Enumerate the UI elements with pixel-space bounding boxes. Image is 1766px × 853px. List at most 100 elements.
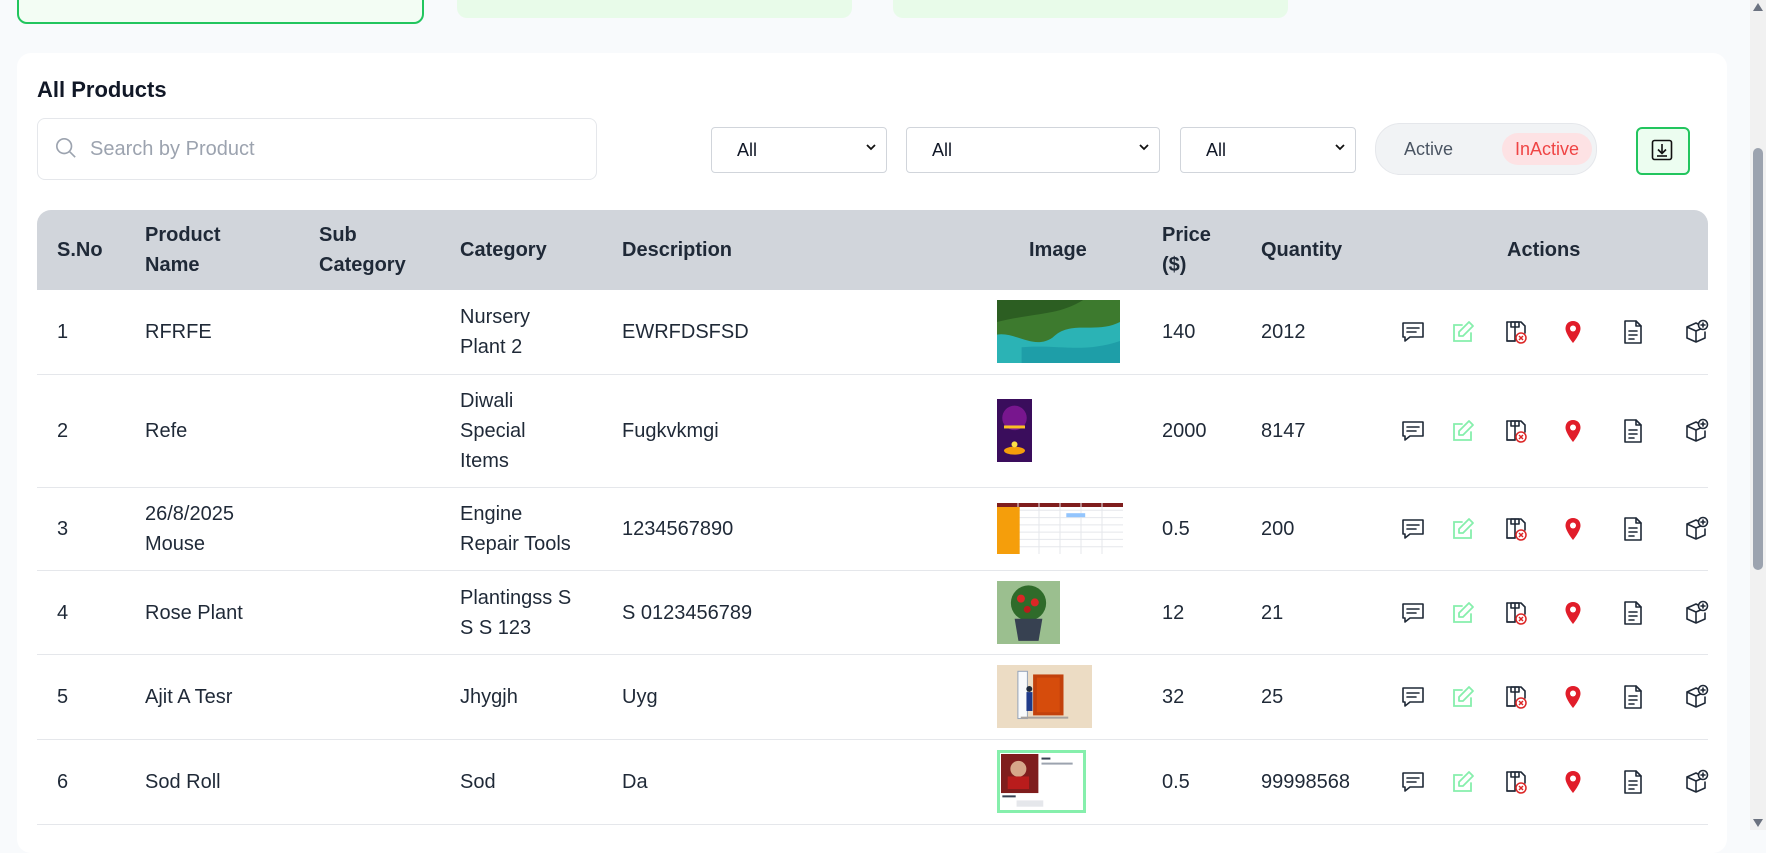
cell-description-line: Uyg: [622, 686, 658, 708]
save-delete-icon[interactable]: [1503, 769, 1529, 795]
cell-quantity: 2012: [1261, 317, 1306, 347]
cell-product-name: Rose Plant: [145, 598, 243, 628]
diwali-poster[interactable]: [997, 399, 1032, 462]
stat-card-1[interactable]: [17, 0, 424, 24]
page-title: All Products: [37, 77, 167, 102]
document-icon[interactable]: [1620, 418, 1646, 444]
cell-category-line: Special: [460, 420, 526, 442]
comment-icon[interactable]: [1400, 516, 1426, 542]
cell-category-line: Sod: [460, 771, 496, 793]
filter-select-2[interactable]: All: [906, 127, 1160, 173]
rose-plant-photo[interactable]: [997, 581, 1060, 644]
edit-icon[interactable]: [1450, 684, 1476, 710]
filter-select-2-value: All: [932, 140, 953, 160]
edit-icon[interactable]: [1450, 516, 1476, 542]
edit-icon[interactable]: [1450, 418, 1476, 444]
spreadsheet-screenshot[interactable]: [997, 503, 1123, 554]
location-pin-icon[interactable]: [1560, 684, 1586, 710]
header-image: Image: [1029, 239, 1087, 261]
box-add-icon[interactable]: [1684, 769, 1710, 795]
comment-icon[interactable]: [1400, 418, 1426, 444]
filter-select-1[interactable]: All: [711, 127, 887, 173]
cell-product-name-line: Refe: [145, 420, 188, 442]
table-row[interactable]: 4 Rose Plant Plantingss S S S 123 S 01234567…: [37, 571, 1710, 655]
table-row[interactable]: 3 26/8/2025 Mouse Engine Repair Tools 1234567…: [37, 488, 1710, 571]
box-add-icon[interactable]: [1684, 418, 1710, 444]
cell-sno: 4: [57, 598, 68, 628]
save-delete-icon[interactable]: [1503, 600, 1529, 626]
document-icon[interactable]: [1620, 600, 1646, 626]
document-icon[interactable]: [1620, 769, 1646, 795]
document-icon[interactable]: [1620, 516, 1646, 542]
cell-sno: 5: [57, 682, 68, 712]
stat-card-3[interactable]: [893, 0, 1288, 18]
save-delete-icon[interactable]: [1503, 516, 1529, 542]
search-box[interactable]: [37, 118, 597, 180]
download-button[interactable]: [1636, 127, 1690, 175]
cell-description: 1234567890: [622, 514, 733, 544]
table-row[interactable]: 1 RFRFE Nursery Plant 2 EWRFDSFSD 140 2012: [37, 290, 1710, 375]
table-header: S.No Product Name Sub Category Category …: [37, 210, 1708, 290]
save-delete-icon[interactable]: [1503, 319, 1529, 345]
cell-category-line: Jhygjh: [460, 686, 518, 708]
stat-card-2[interactable]: [457, 0, 852, 18]
comment-icon[interactable]: [1400, 600, 1426, 626]
coastline-photo[interactable]: [997, 300, 1120, 363]
cell-sno: 1: [57, 317, 68, 347]
active-toggle-button[interactable]: Active: [1394, 133, 1463, 165]
scroll-thumb[interactable]: [1753, 148, 1763, 570]
comment-icon[interactable]: [1400, 319, 1426, 345]
cell-category-line: Plantingss S: [460, 586, 572, 609]
location-pin-icon[interactable]: [1560, 769, 1586, 795]
filter-select-3[interactable]: All: [1180, 127, 1356, 173]
location-pin-icon[interactable]: [1560, 418, 1586, 444]
cell-sno: 6: [57, 767, 68, 797]
table-row[interactable]: 5 Ajit A Tesr Jhygjh Uyg 32 25: [37, 655, 1710, 740]
header-actions: Actions: [1507, 239, 1581, 261]
edit-icon[interactable]: [1450, 319, 1476, 345]
cell-category: Diwali Special Items: [460, 386, 526, 476]
profile-card-image[interactable]: [997, 750, 1086, 813]
cell-quantity: 8147: [1261, 416, 1306, 446]
save-delete-icon[interactable]: [1503, 684, 1529, 710]
table-row[interactable]: 2 Refe Diwali Special Items Fugkvkmgi 2000 8147: [37, 375, 1710, 488]
box-add-icon[interactable]: [1684, 600, 1710, 626]
location-pin-icon[interactable]: [1560, 600, 1586, 626]
document-icon[interactable]: [1620, 319, 1646, 345]
cell-category: Nursery Plant 2: [460, 302, 530, 362]
man-door-illustration[interactable]: [997, 665, 1092, 728]
cell-price: 32: [1162, 682, 1184, 712]
cell-description-line: S 0123456789: [622, 601, 753, 624]
table-row[interactable]: 6 Sod Roll Sod Da 0.5 99998568: [37, 740, 1710, 825]
cell-category-line: S S 123: [460, 616, 532, 639]
box-add-icon[interactable]: [1684, 319, 1710, 345]
edit-icon[interactable]: [1450, 769, 1476, 795]
cell-description: Uyg: [622, 682, 658, 712]
products-panel: All Products All All All Active InActive…: [17, 53, 1727, 853]
chevron-down-icon: [1139, 144, 1149, 151]
box-add-icon[interactable]: [1684, 684, 1710, 710]
cell-category: Jhygjh: [460, 682, 518, 712]
table-body: 1 RFRFE Nursery Plant 2 EWRFDSFSD 140 2012 2 Re…: [37, 290, 1710, 825]
cell-description-line: Da: [622, 771, 648, 793]
search-input[interactable]: [88, 119, 582, 179]
location-pin-icon[interactable]: [1560, 516, 1586, 542]
location-pin-icon[interactable]: [1560, 319, 1586, 345]
scroll-down-arrow-icon[interactable]: [1753, 819, 1763, 827]
cell-description: Da: [622, 767, 648, 797]
edit-icon[interactable]: [1450, 600, 1476, 626]
comment-icon[interactable]: [1400, 684, 1426, 710]
save-delete-icon[interactable]: [1503, 418, 1529, 444]
cell-sno: 2: [57, 416, 68, 446]
inactive-toggle-button[interactable]: InActive: [1502, 133, 1593, 165]
scroll-up-arrow-icon[interactable]: [1753, 3, 1763, 11]
box-add-icon[interactable]: [1684, 516, 1710, 542]
cell-price-line: 12: [1162, 601, 1185, 624]
header-sno: S.No: [57, 239, 103, 261]
page-scrollbar[interactable]: [1750, 0, 1766, 830]
cell-description: S 0123456789: [622, 598, 752, 628]
header-category: Category: [460, 239, 547, 261]
document-icon[interactable]: [1620, 684, 1646, 710]
comment-icon[interactable]: [1400, 769, 1426, 795]
cell-category-line: Engine: [460, 503, 523, 525]
